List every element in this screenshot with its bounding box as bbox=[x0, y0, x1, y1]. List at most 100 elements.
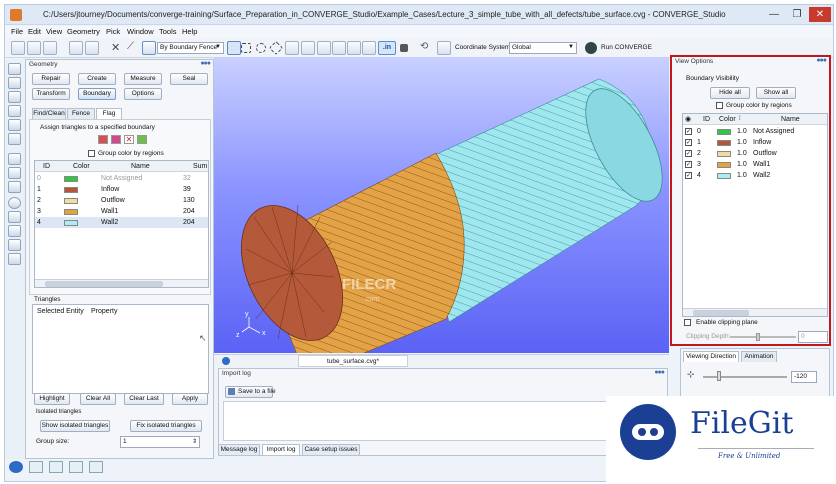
show-isolated-button[interactable]: Show isolated triangles bbox=[40, 420, 110, 432]
boundary-button[interactable]: Boundary bbox=[78, 88, 116, 100]
table-scrollbar[interactable] bbox=[35, 279, 208, 287]
export-icon[interactable] bbox=[85, 41, 99, 55]
visibility-checkbox[interactable]: ✓ bbox=[685, 161, 692, 168]
highlight-button[interactable]: Highlight bbox=[34, 393, 70, 405]
apply-button[interactable]: Apply bbox=[172, 393, 208, 405]
status-edit-icon[interactable] bbox=[89, 461, 103, 473]
clear-last-button[interactable]: Clear Last bbox=[124, 393, 164, 405]
flag-assign-icon[interactable] bbox=[98, 135, 108, 144]
scrollbar-thumb[interactable] bbox=[45, 281, 163, 287]
flag-pick-icon[interactable] bbox=[111, 135, 121, 144]
clipping-depth-slider[interactable] bbox=[730, 336, 796, 338]
view-options-icon[interactable] bbox=[437, 41, 451, 55]
transform-button[interactable]: Transform bbox=[32, 88, 70, 100]
create-button[interactable]: Create bbox=[78, 73, 116, 85]
layers-icon[interactable] bbox=[8, 211, 21, 223]
status-refresh-icon[interactable] bbox=[9, 461, 23, 473]
menu-window[interactable]: Window bbox=[127, 27, 154, 36]
clipping-depth-input[interactable]: 0 bbox=[798, 331, 828, 343]
new-file-icon[interactable] bbox=[11, 41, 25, 55]
visibility-checkbox[interactable]: ✓ bbox=[685, 172, 692, 179]
table-row[interactable]: 1 Inflow 39 bbox=[35, 184, 208, 195]
menu-tools[interactable]: Tools bbox=[159, 27, 177, 36]
output-icon[interactable] bbox=[8, 225, 21, 237]
tab-fence[interactable]: Fence bbox=[67, 108, 95, 119]
table-row[interactable]: ✓ 2 1.0 Outflow bbox=[683, 148, 827, 159]
table-row[interactable]: ✓ 3 1.0 Wall1 bbox=[683, 159, 827, 170]
cases-icon[interactable] bbox=[8, 133, 21, 145]
visibility-checkbox[interactable]: ✓ bbox=[685, 128, 692, 135]
view-direction-slider[interactable] bbox=[703, 376, 787, 378]
group-color-checkbox[interactable] bbox=[88, 150, 95, 157]
3d-viewport[interactable]: FILECR .com x y z bbox=[214, 57, 669, 353]
tab-flag[interactable]: Flag bbox=[96, 108, 122, 119]
table-row[interactable]: 3 Wall1 204 bbox=[35, 206, 208, 217]
boundary-icon[interactable] bbox=[8, 119, 21, 131]
geometry-icon[interactable] bbox=[8, 63, 21, 75]
table-row[interactable]: ✓ 4 1.0 Wall2 bbox=[683, 170, 827, 181]
circle-select-icon[interactable] bbox=[256, 43, 266, 53]
table-row[interactable]: 4 Wall2 204 bbox=[35, 217, 208, 228]
box-select-icon[interactable] bbox=[241, 43, 251, 53]
cursor-select-icon[interactable] bbox=[227, 41, 241, 55]
menu-file[interactable]: File bbox=[11, 27, 23, 36]
surface-icon[interactable] bbox=[8, 77, 21, 89]
open-file-icon[interactable] bbox=[27, 41, 41, 55]
menu-geometry[interactable]: Geometry bbox=[67, 27, 100, 36]
physical-models-icon[interactable] bbox=[8, 167, 21, 179]
view-direction-input[interactable]: -120 bbox=[791, 371, 817, 383]
hide-all-button[interactable]: Hide all bbox=[710, 87, 750, 99]
measure-button[interactable]: Measure bbox=[124, 73, 162, 85]
status-filter-icon[interactable] bbox=[49, 461, 63, 473]
status-view-icon[interactable] bbox=[29, 461, 43, 473]
case-setup-icon[interactable] bbox=[8, 153, 21, 165]
menu-pick[interactable]: Pick bbox=[106, 27, 120, 36]
tab-tube-surface[interactable]: tube_surface.cvg* bbox=[298, 355, 408, 367]
save-to-file-button[interactable]: Save to a file bbox=[225, 386, 276, 398]
tab-viewing-direction[interactable]: Viewing Direction bbox=[683, 351, 739, 362]
table-row[interactable]: 0 Not Assigned 32 bbox=[35, 173, 208, 184]
clipping-depth-handle[interactable] bbox=[756, 333, 760, 341]
text-select-icon[interactable] bbox=[301, 41, 315, 55]
maximize-button[interactable]: ❐ bbox=[786, 7, 808, 22]
flag-remove-icon[interactable]: ✕ bbox=[124, 135, 134, 144]
color-swatch[interactable] bbox=[717, 150, 731, 157]
table-row[interactable]: 2 Outflow 130 bbox=[35, 195, 208, 206]
spinner-icon[interactable]: ⇕ bbox=[192, 438, 197, 445]
measure-tool-icon[interactable] bbox=[317, 41, 331, 55]
input-files-icon[interactable]: .in bbox=[378, 41, 396, 55]
repair-button[interactable]: Repair bbox=[32, 73, 70, 85]
table-row[interactable]: ✓ 1 1.0 Inflow bbox=[683, 137, 827, 148]
run-converge-button[interactable]: Run CONVERGE bbox=[601, 44, 652, 51]
settings-icon[interactable] bbox=[8, 253, 21, 265]
flag-tool-icon[interactable] bbox=[332, 41, 346, 55]
clipping-plane-checkbox[interactable] bbox=[684, 319, 691, 326]
tab-message-log[interactable]: Message log bbox=[218, 444, 260, 455]
view-direction-handle[interactable] bbox=[717, 371, 721, 381]
status-graph-icon[interactable] bbox=[69, 461, 83, 473]
table-row[interactable]: ✓ 0 1.0 Not Assigned bbox=[683, 126, 827, 137]
close-button[interactable]: ✕ bbox=[809, 7, 831, 22]
tab-find-clean[interactable]: Find/Clean bbox=[32, 108, 66, 119]
panel-options-icon[interactable]: ●●● bbox=[816, 57, 827, 64]
color-swatch[interactable] bbox=[717, 172, 731, 179]
coordinate-system-select[interactable]: Global ▼ bbox=[509, 42, 577, 54]
visibility-checkbox[interactable]: ✓ bbox=[685, 150, 692, 157]
menu-help[interactable]: Help bbox=[182, 27, 197, 36]
color-swatch[interactable] bbox=[717, 128, 731, 135]
group-color-checkbox[interactable] bbox=[716, 102, 723, 109]
boundary-tool-icon[interactable] bbox=[347, 41, 361, 55]
import-icon[interactable] bbox=[69, 41, 83, 55]
show-all-button[interactable]: Show all bbox=[756, 87, 796, 99]
rotate-icon[interactable]: ⟲ bbox=[420, 41, 434, 55]
polygon-select-icon[interactable] bbox=[268, 40, 284, 56]
menu-edit[interactable]: Edit bbox=[28, 27, 41, 36]
post-process-icon[interactable] bbox=[8, 239, 21, 251]
tab-case-setup-issues[interactable]: Case setup issues bbox=[302, 444, 360, 455]
run-icon[interactable] bbox=[585, 42, 597, 54]
scrollbar-thumb[interactable] bbox=[693, 310, 749, 316]
minimize-button[interactable]: — bbox=[763, 7, 785, 22]
clear-all-button[interactable]: Clear All bbox=[80, 393, 116, 405]
save-icon[interactable] bbox=[43, 41, 57, 55]
grid-select-icon[interactable] bbox=[285, 41, 299, 55]
